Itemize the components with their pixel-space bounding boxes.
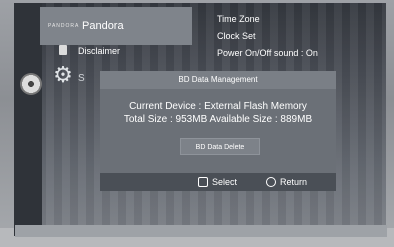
bd-data-management-dialog: BD Data Management Current Device : Exte… [100, 71, 336, 191]
select-icon [198, 177, 208, 187]
pandora-logo: PANDORA [48, 23, 80, 29]
select-hint-label: Select [212, 177, 238, 187]
bottom-bar [15, 225, 387, 237]
return-hint-label: Return [280, 177, 308, 187]
disc-icon [20, 73, 42, 95]
menu-item-clock-set[interactable]: Clock Set [217, 31, 256, 41]
menu-item-power-sound[interactable]: Power On/Off sound : On [217, 48, 318, 58]
current-device-text: Current Device : External Flash Memory [129, 101, 307, 112]
bd-data-delete-button[interactable]: BD Data Delete [180, 138, 260, 155]
return-icon [266, 177, 276, 187]
pandora-label[interactable]: Pandora [82, 20, 124, 32]
size-info-text: Total Size : 953MB Available Size : 889M… [123, 114, 313, 125]
dialog-title: BD Data Management [178, 75, 258, 84]
screen: PANDORA Pandora Disclaimer Time Zone Clo… [14, 3, 386, 236]
menu-item-disclaimer[interactable]: Disclaimer [78, 46, 120, 56]
menu-item-time-zone[interactable]: Time Zone [217, 14, 260, 24]
gear-icon: ⚙ [53, 62, 73, 87]
left-bar [14, 3, 42, 236]
menu-item-settings-partial[interactable]: S [78, 73, 85, 84]
disclaimer-icon [59, 45, 67, 55]
